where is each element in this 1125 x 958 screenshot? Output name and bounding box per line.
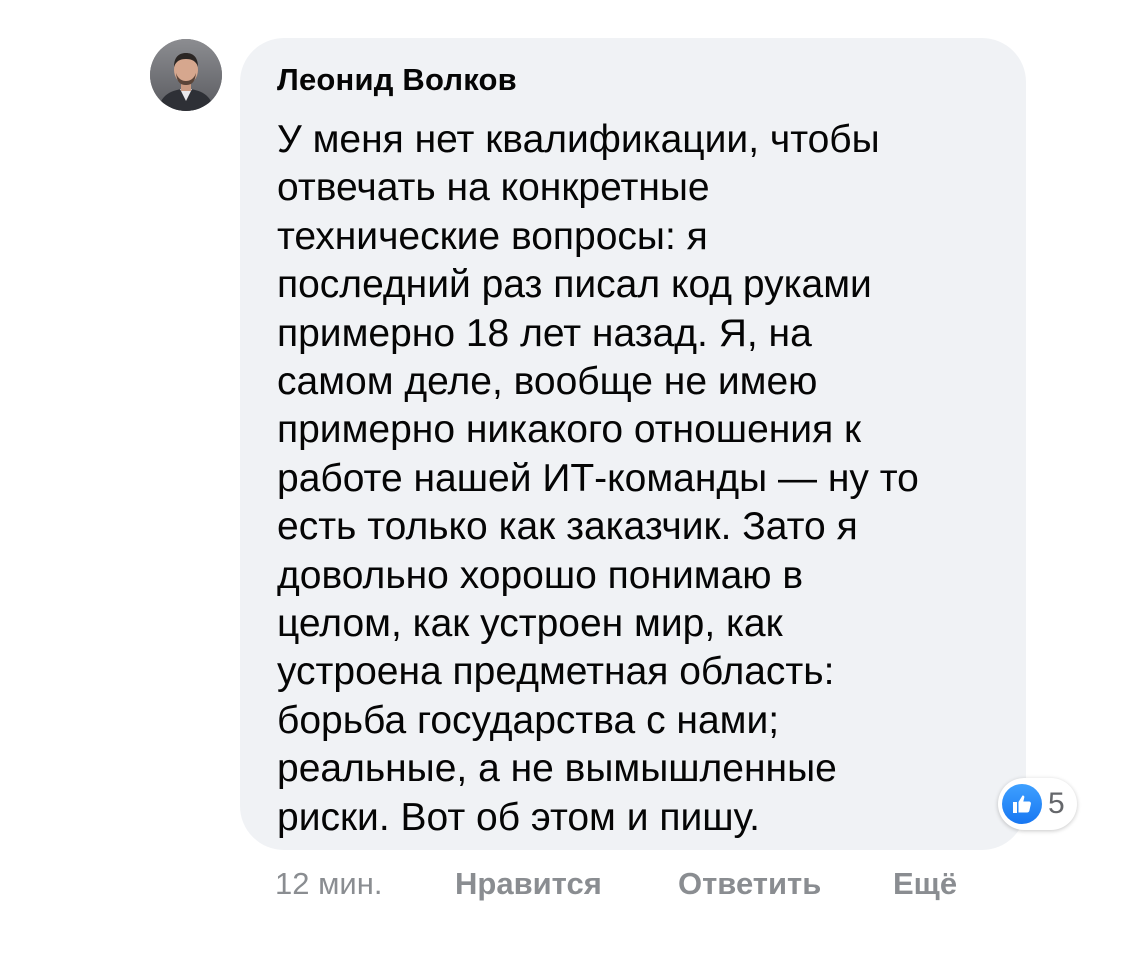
reaction-count: 5 <box>1048 787 1065 820</box>
comment-text-line: реальные, а не вымышленные <box>277 747 837 791</box>
reaction-summary[interactable]: 5 <box>998 778 1077 830</box>
like-icon <box>1002 784 1042 824</box>
comment-text-line: примерно никакого отношения к <box>277 408 862 452</box>
comment-text-line: примерно 18 лет назад. Я, на <box>277 311 812 355</box>
comment-text-line: довольно хорошо понимаю в <box>277 553 804 597</box>
more-button[interactable]: Ещё <box>893 866 957 902</box>
comment-text-line: борьба государства с нами; <box>277 698 780 742</box>
comment-text: У меня нет квалификации, чтобы отвечать … <box>277 116 1007 842</box>
comment-text-line: риски. Вот об этом и пишу. <box>277 795 760 839</box>
comment-text-line: целом, как устроен мир, как <box>277 602 783 646</box>
comment-text-line: последний раз писал код руками <box>277 263 872 307</box>
comment-bubble: Леонид Волков У меня нет квалификации, ч… <box>240 38 1026 850</box>
comment-text-line: работе нашей ИТ-команды — ну то <box>277 456 919 500</box>
comment-text-line: отвечать на конкретные <box>277 166 710 210</box>
comment-timestamp[interactable]: 12 мин. <box>275 866 382 902</box>
comment-text-line: самом деле, вообще не имею <box>277 360 818 404</box>
avatar-photo <box>150 39 222 111</box>
comment-text-line: технические вопросы: я <box>277 214 708 258</box>
comment-text-line: устроена предметная область: <box>277 650 835 694</box>
author-avatar[interactable] <box>150 39 222 111</box>
comment-text-line: У меня нет квалификации, чтобы <box>277 118 880 161</box>
reply-button[interactable]: Ответить <box>678 866 821 902</box>
like-button[interactable]: Нравится <box>455 866 602 902</box>
comment-author[interactable]: Леонид Волков <box>277 62 517 98</box>
comment-text-line: есть только как заказчик. Зато я <box>277 505 858 549</box>
